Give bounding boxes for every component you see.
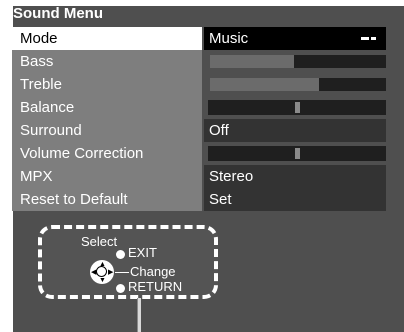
mode-value-text: Music xyxy=(209,30,249,47)
menu-row-reset-to-default[interactable]: Reset to Default Set xyxy=(12,188,386,211)
menu-title: Sound Menu xyxy=(13,5,103,22)
change-connector-line xyxy=(115,272,129,273)
menu-label-reset-to-default: Reset to Default xyxy=(12,188,202,211)
exit-bullet-icon xyxy=(116,250,125,259)
help-exit-label: EXIT xyxy=(128,245,157,260)
menu-label-bass: Bass xyxy=(12,50,202,73)
volume-correction-slider[interactable] xyxy=(208,146,386,161)
menu-row-mode[interactable]: Mode Music xyxy=(12,27,386,50)
menu-row-bass[interactable]: Bass xyxy=(12,50,386,73)
balance-slider-thumb[interactable] xyxy=(295,102,300,113)
callout-pointer-line xyxy=(137,298,141,332)
menu-label-mpx: MPX xyxy=(12,165,202,188)
menu-value-reset-to-default[interactable]: Set xyxy=(204,188,386,211)
menu-value-mpx[interactable]: Stereo xyxy=(204,165,386,188)
menu-row-surround[interactable]: Surround Off xyxy=(12,119,386,142)
menu-value-surround[interactable]: Off xyxy=(204,119,386,142)
dpad-icon: ▲ ▼ ◀ ▶ xyxy=(90,260,114,284)
help-change-label: Change xyxy=(130,264,176,279)
menu-row-balance[interactable]: Balance xyxy=(12,96,386,119)
menu-row-treble[interactable]: Treble xyxy=(12,73,386,96)
treble-level-bar[interactable] xyxy=(210,78,386,91)
treble-level-fill xyxy=(210,78,320,91)
bass-level-bar[interactable] xyxy=(210,55,386,68)
menu-label-mode: Mode xyxy=(12,27,202,50)
balance-slider[interactable] xyxy=(208,100,386,115)
menu-label-surround: Surround xyxy=(12,119,202,142)
menu-row-mpx[interactable]: MPX Stereo xyxy=(12,165,386,188)
bass-level-fill xyxy=(210,55,295,68)
menu-row-volume-correction[interactable]: Volume Correction xyxy=(12,142,386,165)
menu-label-volume-correction: Volume Correction xyxy=(12,142,202,165)
volume-correction-slider-thumb[interactable] xyxy=(295,148,300,159)
dpad-center-icon xyxy=(96,266,107,277)
sound-menu: Mode Music Bass Treble Balance Surround … xyxy=(12,27,386,211)
menu-value-mode[interactable]: Music xyxy=(204,27,386,50)
menu-label-balance: Balance xyxy=(12,96,202,119)
scroll-indicator-icon xyxy=(361,37,376,40)
help-return-label: RETURN xyxy=(128,279,183,294)
help-select-label: Select xyxy=(81,234,118,249)
return-bullet-icon xyxy=(116,284,125,293)
menu-label-treble: Treble xyxy=(12,73,202,96)
